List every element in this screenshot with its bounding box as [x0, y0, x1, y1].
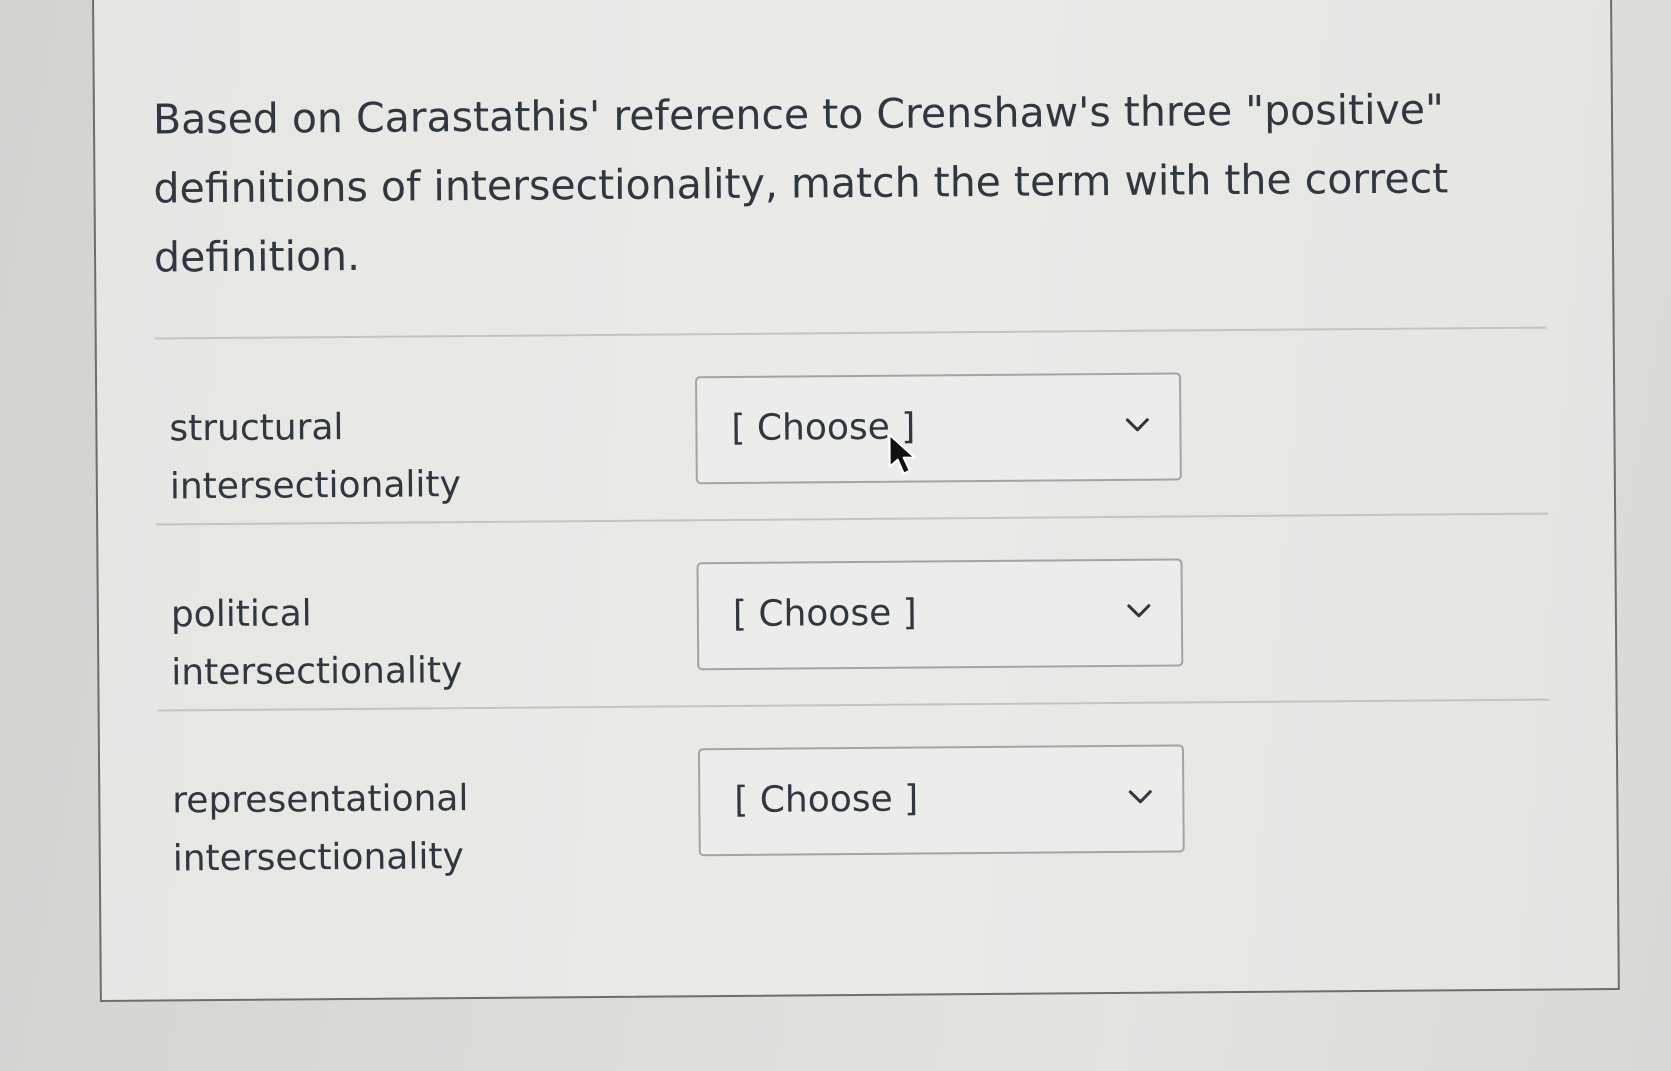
match-row-representational: representational intersectionality [ Cho… — [158, 742, 1551, 879]
answer-select-representational[interactable]: [ Choose ] — [697, 744, 1185, 857]
screen-background: Based on Carastathis' reference to Crens… — [0, 0, 1671, 1071]
term-label: structural intersectionality — [169, 407, 462, 508]
term-label: political intersectionality — [170, 593, 463, 694]
question-text: Based on Carastathis' reference to Crens… — [152, 85, 1449, 282]
chevron-down-icon — [1128, 790, 1152, 804]
answer-select-structural[interactable]: [ Choose ] — [695, 372, 1182, 485]
match-row-structural: structural intersectionality [ Choose ] — [155, 370, 1548, 507]
divider — [154, 326, 1547, 340]
answer-select-political[interactable]: [ Choose ] — [696, 558, 1184, 671]
question-card: Based on Carastathis' reference to Crens… — [92, 0, 1620, 1002]
select-value: [ Choose ] — [734, 778, 919, 821]
match-row-political: political intersectionality [ Choose ] — [156, 556, 1549, 693]
term-label: representational intersectionality — [172, 778, 469, 880]
mouse-cursor-icon — [888, 433, 916, 475]
chevron-down-icon — [1125, 418, 1149, 432]
chevron-down-icon — [1127, 604, 1151, 618]
select-value: [ Choose ] — [732, 592, 917, 635]
